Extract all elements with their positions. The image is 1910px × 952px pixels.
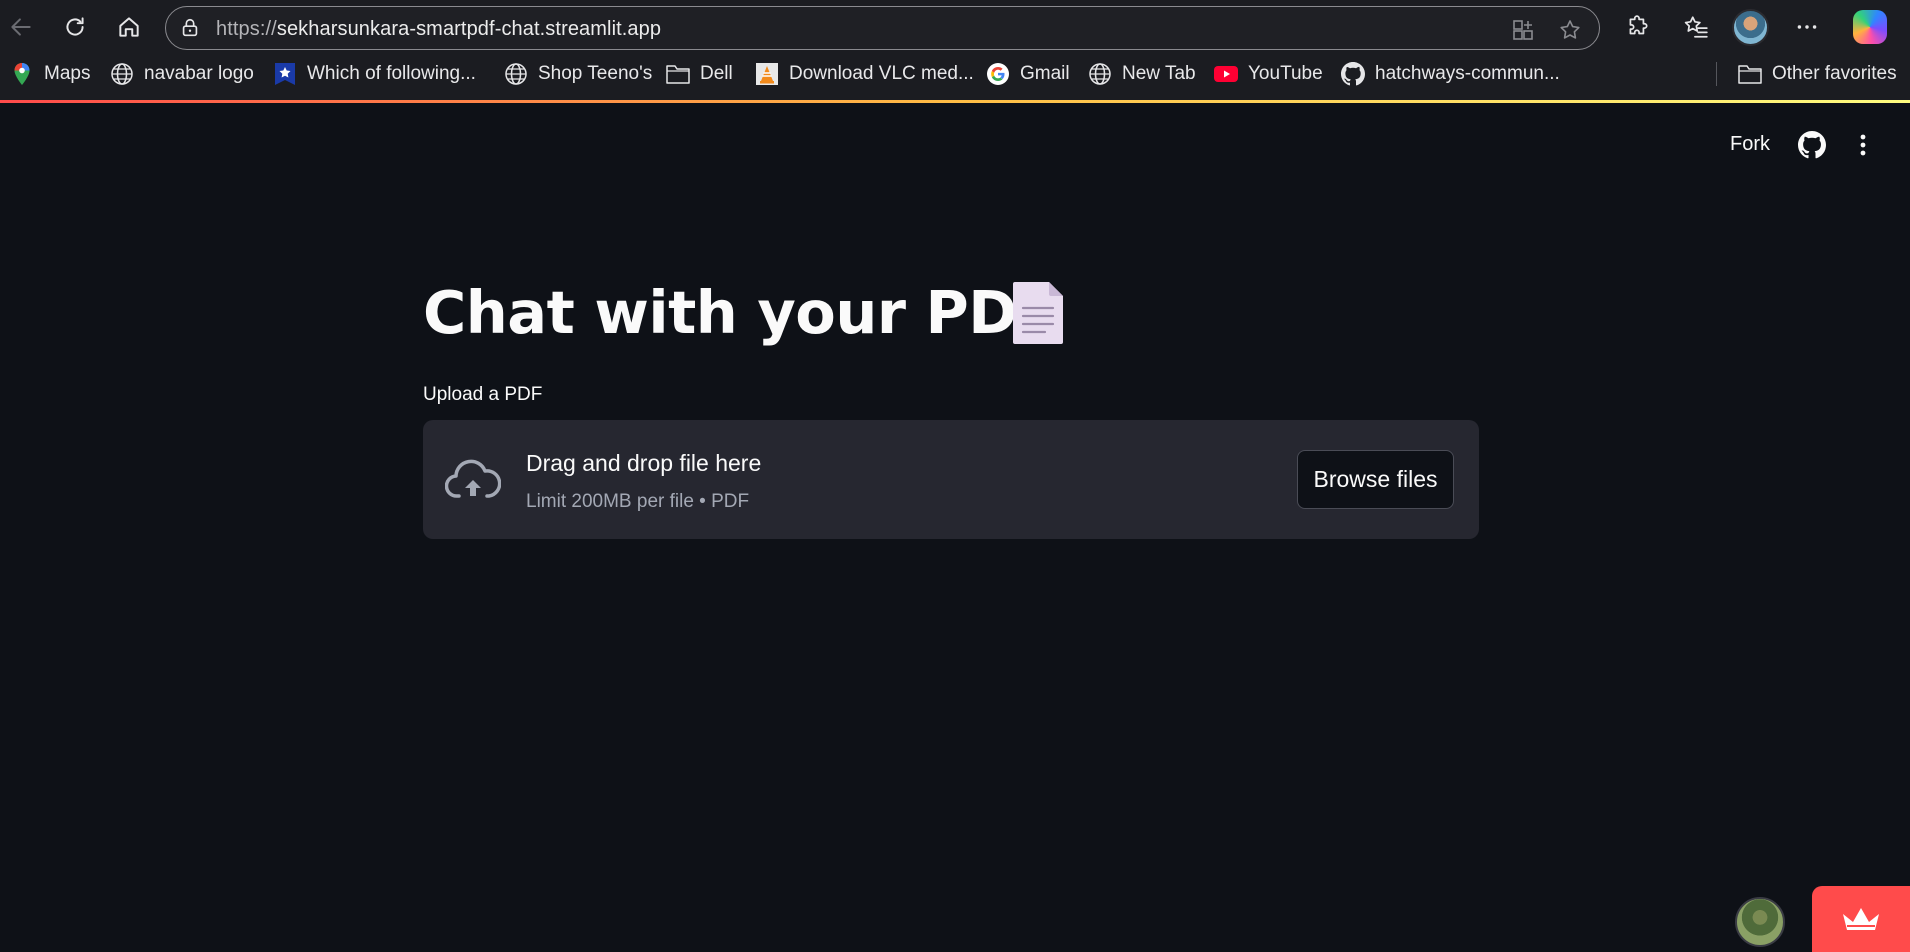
app-available-icon[interactable] — [1511, 18, 1535, 42]
maps-pin-icon — [10, 62, 34, 86]
bookmark-download-vlc[interactable]: Download VLC med... — [755, 54, 974, 94]
bookmark-navabar-logo[interactable]: navabar logo — [110, 54, 254, 94]
bookmark-which-of-following[interactable]: Which of following... — [273, 54, 476, 94]
back-button[interactable] — [3, 9, 39, 45]
bookmark-hatchways[interactable]: hatchways-commun... — [1341, 54, 1560, 94]
bookmark-label: hatchways-commun... — [1375, 63, 1560, 84]
bookmark-label: Maps — [44, 63, 91, 84]
favorite-star-icon[interactable] — [1558, 18, 1582, 42]
url-scheme: https:// — [216, 18, 277, 40]
streamlit-badge[interactable] — [1812, 886, 1910, 952]
bookmark-maps[interactable]: Maps — [10, 54, 90, 94]
lock-icon[interactable] — [179, 17, 201, 39]
streamlit-crown-icon — [1843, 908, 1879, 930]
bookmark-label: Shop Teeno's — [538, 63, 653, 84]
bookmark-label: Which of following... — [307, 63, 476, 84]
favorites-button[interactable] — [1680, 11, 1712, 43]
bookmark-label: New Tab — [1122, 63, 1196, 84]
more-menu-button[interactable] — [1791, 11, 1823, 43]
folder-icon — [1738, 62, 1762, 86]
google-icon — [986, 62, 1010, 86]
youtube-icon — [1214, 62, 1238, 86]
bookmark-label: Dell — [700, 63, 733, 84]
bookmarks-divider — [1716, 62, 1717, 86]
main-menu-kebab-icon[interactable] — [1852, 131, 1874, 159]
bookmark-shop-teenos[interactable]: Shop Teeno's — [504, 54, 652, 94]
streamlit-decoration-bar — [0, 100, 1910, 103]
globe-icon — [1088, 62, 1112, 86]
bookmark-new-tab[interactable]: New Tab — [1088, 54, 1196, 94]
browser-toolbar: https://sekharsunkara-smartpdf-chat.stre… — [0, 0, 1910, 54]
home-icon — [119, 17, 139, 37]
back-arrow-icon — [11, 18, 31, 36]
url-text[interactable]: https://sekharsunkara-smartpdf-chat.stre… — [216, 18, 661, 41]
github-icon — [1341, 62, 1365, 86]
bookmark-youtube[interactable]: YouTube — [1214, 54, 1323, 94]
folder-icon — [666, 62, 690, 86]
refresh-button[interactable] — [57, 9, 93, 45]
extensions-button[interactable] — [1622, 11, 1654, 43]
bookmark-label: navabar logo — [144, 63, 254, 84]
browse-files-button[interactable]: Browse files — [1297, 450, 1454, 509]
refresh-icon — [66, 17, 84, 36]
page-title: Chat with your PDF — [423, 278, 1057, 347]
dropzone-limit-text: Limit 200MB per file • PDF — [526, 491, 750, 512]
more-dots-icon — [1797, 25, 1817, 29]
upload-label: Upload a PDF — [423, 384, 543, 405]
bookmark-dell[interactable]: Dell — [666, 54, 733, 94]
globe-icon — [504, 62, 528, 86]
address-bar[interactable]: https://sekharsunkara-smartpdf-chat.stre… — [165, 6, 1600, 50]
star-badge-icon — [273, 62, 297, 86]
bookmark-gmail[interactable]: Gmail — [986, 54, 1070, 94]
bookmarks-bar: Maps navabar logo Which of following... … — [0, 54, 1910, 100]
bookmark-other-favorites[interactable]: Other favorites — [1738, 54, 1897, 94]
vlc-icon — [755, 62, 779, 86]
document-emoji-icon — [1013, 282, 1063, 344]
profile-avatar[interactable] — [1732, 9, 1769, 46]
dropzone-title: Drag and drop file here — [526, 450, 762, 476]
bookmark-label: YouTube — [1248, 63, 1323, 84]
home-button[interactable] — [111, 9, 147, 45]
bookmark-label: Gmail — [1020, 63, 1070, 84]
fork-button[interactable]: Fork — [1730, 133, 1770, 156]
globe-icon — [110, 62, 134, 86]
url-host: sekharsunkara-smartpdf-chat.streamlit.ap… — [276, 18, 662, 40]
file-dropzone[interactable]: Drag and drop file here Limit 200MB per … — [423, 420, 1479, 539]
puzzle-icon — [1629, 15, 1648, 35]
cloud-upload-icon — [445, 459, 501, 498]
copilot-icon[interactable] — [1853, 10, 1887, 44]
other-favorites-label: Other favorites — [1772, 63, 1897, 84]
user-avatar[interactable] — [1735, 897, 1785, 947]
favorites-list-icon — [1684, 16, 1708, 38]
bookmark-label: Download VLC med... — [789, 63, 974, 84]
github-icon[interactable] — [1798, 131, 1826, 159]
